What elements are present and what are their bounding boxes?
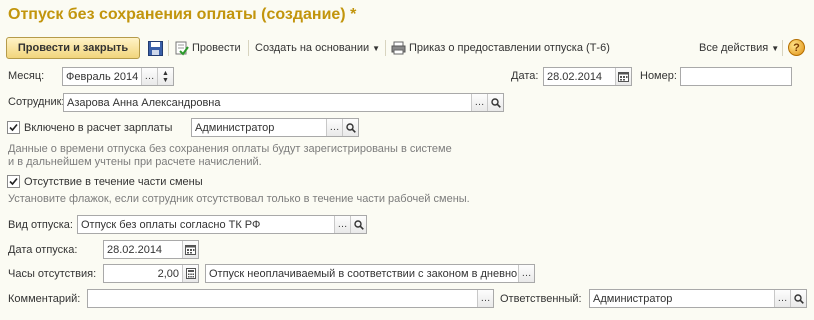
payroll-checkbox-label: Включено в расчет зарплаты: [24, 121, 173, 134]
number-label: Номер:: [640, 70, 677, 82]
print-order-label: Приказ о предоставлении отпуска (Т-6): [409, 42, 610, 54]
responsible-field[interactable]: Администратор …: [589, 289, 807, 308]
partial-shift-checkbox-row[interactable]: Отсутствие в течение части смены: [7, 175, 203, 188]
comment-label: Комментарий:: [8, 293, 81, 305]
all-actions-label: Все действия: [699, 42, 769, 54]
toolbar-separator: [385, 40, 386, 56]
chevron-down-icon: ▼: [771, 43, 780, 53]
leave-date-label: Дата отпуска:: [8, 244, 78, 256]
payroll-user-field[interactable]: Администратор …: [191, 118, 359, 137]
payroll-user-value: Администратор: [195, 121, 275, 134]
post-button-label: Провести: [192, 42, 241, 54]
employee-select-button[interactable]: …: [471, 94, 487, 111]
leave-type-field[interactable]: Отпуск без оплаты согласно ТК РФ …: [77, 215, 367, 234]
hours-label: Часы отсутствия:: [8, 268, 97, 280]
absence-kind-select-button[interactable]: …: [518, 265, 534, 282]
post-and-close-button[interactable]: Провести и закрыть: [6, 37, 140, 59]
comment-field[interactable]: …: [87, 289, 494, 308]
month-field[interactable]: Февраль 2014 … ▲ ▼: [62, 67, 174, 86]
month-label: Месяц:: [8, 70, 45, 82]
partial-shift-checkbox-label: Отсутствие в течение части смены: [24, 175, 203, 188]
employee-field[interactable]: Азарова Анна Александровна …: [63, 93, 504, 112]
absence-kind-field[interactable]: Отпуск неоплачиваемый в соответствии с з…: [205, 264, 535, 283]
search-icon[interactable]: [342, 119, 358, 136]
date-field[interactable]: 28.02.2014: [543, 67, 632, 86]
create-based-on-label: Создать на основании: [255, 42, 370, 54]
partial-shift-checkbox[interactable]: [7, 175, 20, 188]
help-icon[interactable]: ?: [788, 39, 805, 56]
calculator-icon[interactable]: [182, 265, 198, 282]
absence-kind-value: Отпуск неоплачиваемый в соответствии с з…: [209, 267, 518, 280]
printer-icon: [391, 41, 406, 55]
leave-type-label: Вид отпуска:: [8, 219, 73, 231]
responsible-value: Администратор: [593, 292, 673, 305]
number-field[interactable]: [680, 67, 792, 86]
month-select-button[interactable]: …: [141, 68, 157, 85]
comment-edit-button[interactable]: …: [477, 290, 493, 307]
partial-shift-hint: Установите флажок, если сотрудник отсутс…: [8, 193, 470, 205]
employee-label: Сотрудник:: [8, 96, 65, 108]
payroll-checkbox-row[interactable]: Включено в расчет зарплаты: [7, 121, 172, 134]
create-based-on-menu[interactable]: Создать на основании ▼: [255, 37, 380, 59]
hours-field[interactable]: 2,00: [103, 264, 199, 283]
print-order-button[interactable]: Приказ о предоставлении отпуска (Т-6): [391, 37, 610, 59]
responsible-label: Ответственный:: [500, 293, 582, 305]
calendar-icon[interactable]: [182, 241, 198, 258]
toolbar-separator: [782, 40, 783, 56]
employee-value: Азарова Анна Александровна: [67, 96, 221, 109]
all-actions-menu[interactable]: Все действия ▼: [699, 37, 779, 59]
page-title: Отпуск без сохранения оплаты (создание) …: [8, 6, 357, 23]
post-button[interactable]: Провести: [175, 37, 241, 59]
payroll-checkbox[interactable]: [7, 121, 20, 134]
payroll-hint-line1: Данные о времени отпуска без сохранения …: [8, 143, 452, 155]
toolbar-separator: [248, 40, 249, 56]
month-stepper[interactable]: ▲ ▼: [157, 68, 173, 85]
date-label: Дата:: [511, 70, 539, 82]
search-icon[interactable]: [487, 94, 503, 111]
date-value: 28.02.2014: [547, 70, 603, 83]
calendar-icon[interactable]: [615, 68, 631, 85]
leave-type-select-button[interactable]: …: [334, 216, 350, 233]
hours-value: 2,00: [157, 267, 179, 280]
leave-date-field[interactable]: 28.02.2014: [103, 240, 199, 259]
post-document-icon: [175, 41, 189, 56]
save-icon[interactable]: [147, 40, 163, 56]
payroll-hint-line2: и в дальнейшем учтены при расчете начисл…: [8, 156, 262, 168]
search-icon[interactable]: [790, 290, 806, 307]
toolbar-separator: [168, 40, 169, 56]
responsible-select-button[interactable]: …: [774, 290, 790, 307]
chevron-down-icon: ▼: [372, 43, 381, 53]
leave-type-value: Отпуск без оплаты согласно ТК РФ: [81, 218, 261, 231]
month-value: Февраль 2014: [66, 70, 139, 83]
payroll-user-select-button[interactable]: …: [326, 119, 342, 136]
leave-date-value: 28.02.2014: [107, 243, 163, 256]
search-icon[interactable]: [350, 216, 366, 233]
